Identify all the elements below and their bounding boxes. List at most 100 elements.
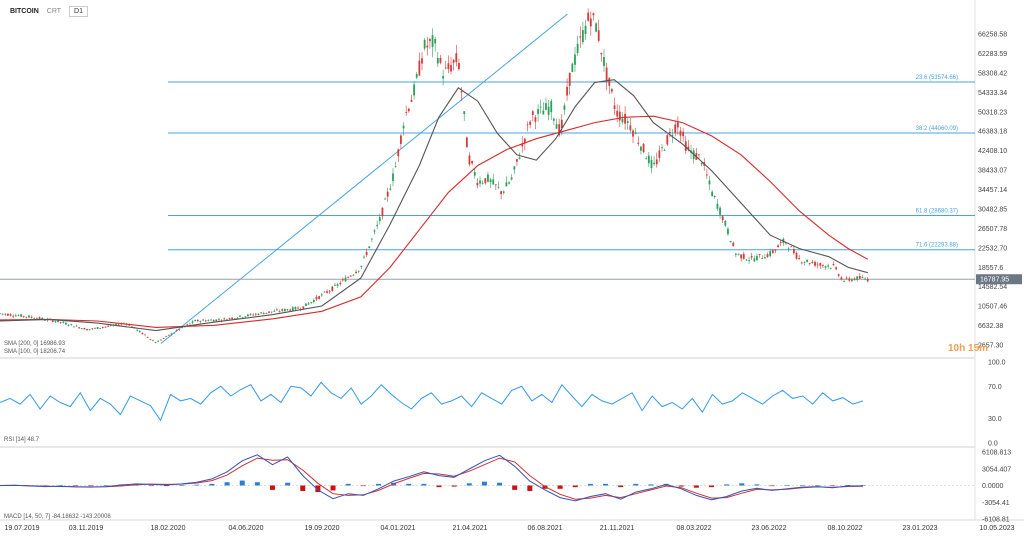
macd-hist-bar [678,485,684,487]
macd-hist-bar [73,485,79,487]
sma200-legend[interactable]: SMA [200, 0] 16986.93 [4,341,65,347]
x-date-label: 18.02.2020 [150,525,185,532]
candle-body [837,274,840,276]
macd-hist-bar [436,485,442,488]
candle-body [473,172,476,176]
fib-level-label: 71.6 (22293.88) [916,243,958,249]
candle-body [655,159,658,165]
candle-body [444,67,447,69]
candle-body [138,330,141,333]
candle-body [737,253,740,255]
candle-body [439,57,442,63]
candle-body [787,248,790,250]
macd-hist-bar [769,485,775,487]
candle-body [468,155,471,165]
sma100-legend[interactable]: SMA [100, 0] 18206.74 [4,349,65,355]
candle-body [724,220,727,226]
candle-body [67,325,70,326]
macd-hist-bar [330,485,336,491]
candle-body [518,157,521,159]
candle-body [65,322,67,325]
candle-body [244,316,247,318]
candle-body [653,162,656,165]
candle-body [719,207,721,215]
candle-body [537,109,539,114]
candle-body [260,312,263,314]
candle-body [716,203,719,209]
x-date-label: 04.06.2020 [228,525,263,532]
candle-body [727,228,729,235]
candle-body [78,327,81,329]
candle-body [471,161,474,164]
macd-hist-bar [572,485,578,488]
macd-hist-bar [557,485,563,489]
price-tick-label: 50318.23 [978,109,1007,116]
candle-body [276,309,278,311]
candle-body [159,339,162,341]
candle-body [476,182,479,186]
candle-body [270,311,273,313]
macd-hist-bar [148,485,154,487]
macd-legend[interactable]: MACD [14, 50, 7] -84.18632 -143.20008 [4,514,111,520]
candle-body [803,262,806,263]
candle-body [626,121,629,123]
macd-hist-bar [88,485,94,487]
candle-body [281,309,284,311]
x-date-label: 21.11.2021 [600,525,635,532]
chart-canvas[interactable]: 66258.58 62283.59 58308.42 54333.34 50318.23… [0,0,1024,537]
sma100-line [0,79,868,332]
candle-body [107,325,110,327]
candle-body [167,334,170,336]
macd-hist-bar [830,485,836,487]
candle-body [645,158,648,160]
x-date-label: 23.06.2022 [751,525,786,532]
macd-hist-bar [285,482,291,486]
candle-body [795,252,798,259]
candle-body [479,180,481,184]
x-date-label: 08.10.2022 [827,525,862,532]
candle-body [771,250,774,253]
candle-body [170,333,173,335]
candle-body [669,131,671,134]
candle-body [611,89,613,92]
candle-body [571,63,574,73]
candle-body [223,318,226,320]
candle-body [204,320,207,322]
candle-body [54,321,57,323]
candle-body [94,327,96,329]
candle-body [357,270,360,272]
macd-hist-bar [481,481,487,486]
candle-body [75,325,78,327]
x-date-label: 23.01.2023 [902,525,937,532]
candle-body [14,315,17,317]
candle-body [30,316,33,318]
candle-body [405,112,408,114]
candle-body [423,39,426,49]
macd-hist-bar [784,484,790,486]
candle-body [365,252,368,256]
candle-body [589,18,592,27]
candle-body [592,13,595,16]
candle-body [12,315,15,317]
candle-body [162,337,165,339]
candle-body [323,291,326,293]
x-date-label: 08.03.2022 [676,525,711,532]
rsi-legend[interactable]: RSI [14] 48.7 [4,437,39,443]
candle-body [373,230,376,232]
price-tick-label: 46383.18 [978,129,1007,136]
candle-body [516,159,518,162]
candle-body [212,320,215,322]
candle-body [676,122,679,128]
candle-body [283,309,286,312]
candle-body [853,278,856,280]
x-date-label: 10.05.2023 [979,525,1014,532]
candle-body [492,179,495,185]
price-tick-label: 22532.70 [978,245,1007,252]
macd-hist-bar [754,484,760,486]
candle-body [489,179,492,182]
candle-body [750,256,753,258]
candle-body [808,263,811,264]
candle-body [674,124,677,134]
fib-level-label: 38.2 (44060.09) [916,126,958,132]
candle-body [157,340,160,342]
